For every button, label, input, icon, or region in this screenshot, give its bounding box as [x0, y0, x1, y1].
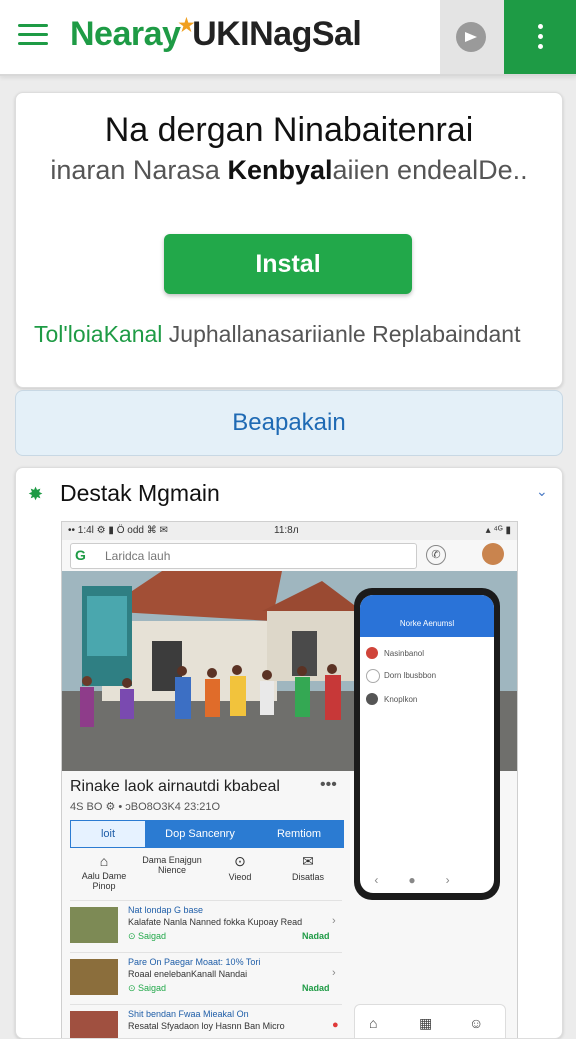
- phone-list-item: Knoplkon: [366, 689, 486, 709]
- more-menu-button[interactable]: [504, 0, 576, 74]
- preview-caption: Rinake laok airnautdi kbabeal: [70, 778, 280, 795]
- more-vertical-icon: [538, 24, 543, 29]
- list-item-status: ⊙ Saigad: [128, 931, 167, 941]
- chevron-right-icon: ›: [332, 967, 336, 979]
- google-icon: G: [75, 547, 86, 563]
- phone-app-bar: Norke Aenumsl: [360, 595, 494, 637]
- preview-icon-item: ✉ Disatlas: [274, 853, 342, 882]
- preview-tab: Remtiom: [255, 821, 343, 847]
- share-button[interactable]: [440, 0, 504, 74]
- list-item-title: Pare On Paegar Moaat: 10% Tori: [128, 957, 261, 967]
- promo-footer: Tol'loiaKanal Juphallanasariianle Replab…: [34, 321, 520, 348]
- phone-list-item: Dorn lbusbbon: [366, 665, 486, 685]
- avatar: [366, 647, 378, 659]
- avatar: [482, 543, 504, 565]
- preview-icon-label: Aalu Dame Pinop: [81, 871, 127, 891]
- share-icon: [456, 22, 486, 52]
- thumbnail: [70, 907, 118, 943]
- phone-icon: ✆: [426, 545, 446, 565]
- app-header: Nearay★UKINagSal: [0, 0, 576, 76]
- avatar: [366, 693, 378, 705]
- list-item-badge: Nadad: [302, 983, 330, 993]
- status-time: 11:8л: [274, 525, 299, 536]
- phone-mockup: Norke Aenumsl Nasinbanol Dorn lbusbbon K…: [354, 588, 500, 900]
- preview-search-box: G Laridca lauh: [70, 543, 417, 569]
- app-title-dark: UKINagSal: [192, 15, 362, 53]
- preview-icon-item: ⌂ Aalu Dame Pinop: [70, 853, 138, 891]
- list-item: Shit bendan Fwaa Mieakal On Resatal Sfya…: [70, 1004, 342, 1038]
- thumbnail: [70, 1011, 118, 1038]
- app-preview-screenshot: •• 1:4l ⚙ ▮ Ö odd ⌘ ✉ 11:8л ▴ ⁴ᴳ ▮ G Lar…: [61, 521, 518, 1038]
- preview-tab: loit: [71, 821, 145, 847]
- chevron-down-icon[interactable]: ⌄: [536, 483, 548, 500]
- promo-title: Na dergan Ninabaitenrai: [104, 111, 474, 149]
- status-bar: •• 1:4l ⚙ ▮ Ö odd ⌘ ✉ 11:8л ▴ ⁴ᴳ ▮: [62, 522, 517, 540]
- list-item-text: Resatal Sfyadaon loy Hasnn Ban Micro: [128, 1021, 285, 1031]
- phone-screen: Norke Aenumsl Nasinbanol Dorn lbusbbon K…: [360, 595, 494, 893]
- app-title: Nearay★UKINagSal: [70, 15, 362, 54]
- phone-nav-bar: ‹●›: [374, 873, 480, 887]
- list-item-badge: Nadad: [302, 931, 330, 941]
- thumbnail: [70, 959, 118, 995]
- preview-tabs: loit Dop Sancenry Remtiom: [70, 820, 344, 848]
- notification-icon: ●: [332, 1019, 339, 1031]
- status-right: ▴ ⁴ᴳ ▮: [485, 525, 511, 536]
- preview-search-placeholder: Laridca lauh: [105, 549, 171, 563]
- preview-icon-label: Dama Enajgun Nience: [142, 855, 202, 875]
- message-icon: ✉: [302, 853, 314, 869]
- more-horizontal-icon: •••: [320, 776, 337, 793]
- promo-subtitle-bold: Kenbyal: [227, 155, 333, 185]
- phone-list-item-text: Nasinbanol: [384, 649, 425, 658]
- preview-icon-item: ⊙ Vieod: [206, 853, 274, 882]
- phone-list-item-text: Knoplkon: [384, 695, 418, 704]
- list-item: Nat londap G base Kalafate Nanla Nanned …: [70, 900, 342, 953]
- secondary-button[interactable]: Beapakain: [15, 390, 563, 456]
- app-title-green: Nearay: [70, 15, 181, 53]
- phone-list-item-text: Dorn lbusbbon: [384, 671, 437, 680]
- install-button[interactable]: Instal: [164, 234, 412, 294]
- promo-footer-text: Juphallanasariianle Replabaindant: [162, 321, 521, 347]
- promo-footer-link[interactable]: Tol'loiaKanal: [34, 321, 162, 347]
- promo-subtitle-pre: inaran Narasa: [50, 155, 228, 185]
- preview-bottom-nav: ⌂ ▦ ☺: [354, 1004, 506, 1038]
- video-icon: ⊙: [234, 853, 246, 869]
- feature-card: ✸ Destak Mgmain ⌄ •• 1:4l ⚙ ▮ Ö odd ⌘ ✉ …: [15, 467, 563, 1039]
- star-icon: ★: [178, 15, 195, 35]
- preview-icon-item: Dama Enajgun Nience: [138, 853, 206, 875]
- list-item-title: Nat londap G base: [128, 905, 204, 915]
- promo-subtitle-post: aiien endealDe..: [332, 155, 528, 185]
- home-icon: ⌂: [369, 1015, 378, 1031]
- chevron-right-icon: ›: [332, 915, 336, 927]
- preview-meta: 4S BO ⚙ • ɔBO8O3K4 23:21O: [70, 801, 221, 813]
- hamburger-icon[interactable]: [18, 22, 48, 48]
- list-item-text: Kalafate Nanla Nanned fokka Kupoay Read: [128, 917, 303, 927]
- star-icon: ✸: [28, 484, 44, 504]
- list-item-text: Roaal enelebanKanall Nandai: [128, 969, 248, 979]
- feature-title: Destak Mgmain: [60, 480, 220, 506]
- preview-icon-label: Vieod: [228, 872, 252, 882]
- profile-icon: ☺: [469, 1015, 484, 1031]
- preview-icon-label: Disatlas: [291, 872, 324, 882]
- phone-app-title: Norke Aenumsl: [399, 619, 455, 628]
- home-icon: ⌂: [99, 853, 109, 869]
- list-item: Pare On Paegar Moaat: 10% Tori Roaal ene…: [70, 952, 342, 1005]
- preview-tab: Dop Sancenry: [145, 821, 255, 847]
- avatar: [366, 669, 380, 683]
- promo-subtitle: inaran Narasa Kenbyalaiien endealDe..: [16, 155, 562, 186]
- list-item-status: ⊙ Saigad: [128, 983, 167, 993]
- preview-icon-row: ⌂ Aalu Dame Pinop Dama Enajgun Nience ⊙ Vi…: [70, 853, 342, 893]
- install-promo-card: Na dergan Ninabaitenrai inaran Narasa Ke…: [15, 92, 563, 388]
- status-left: •• 1:4l ⚙ ▮ Ö odd ⌘ ✉: [68, 525, 168, 536]
- list-item-title: Shit bendan Fwaa Mieakal On: [128, 1009, 249, 1019]
- phone-list-item: Nasinbanol: [366, 643, 486, 663]
